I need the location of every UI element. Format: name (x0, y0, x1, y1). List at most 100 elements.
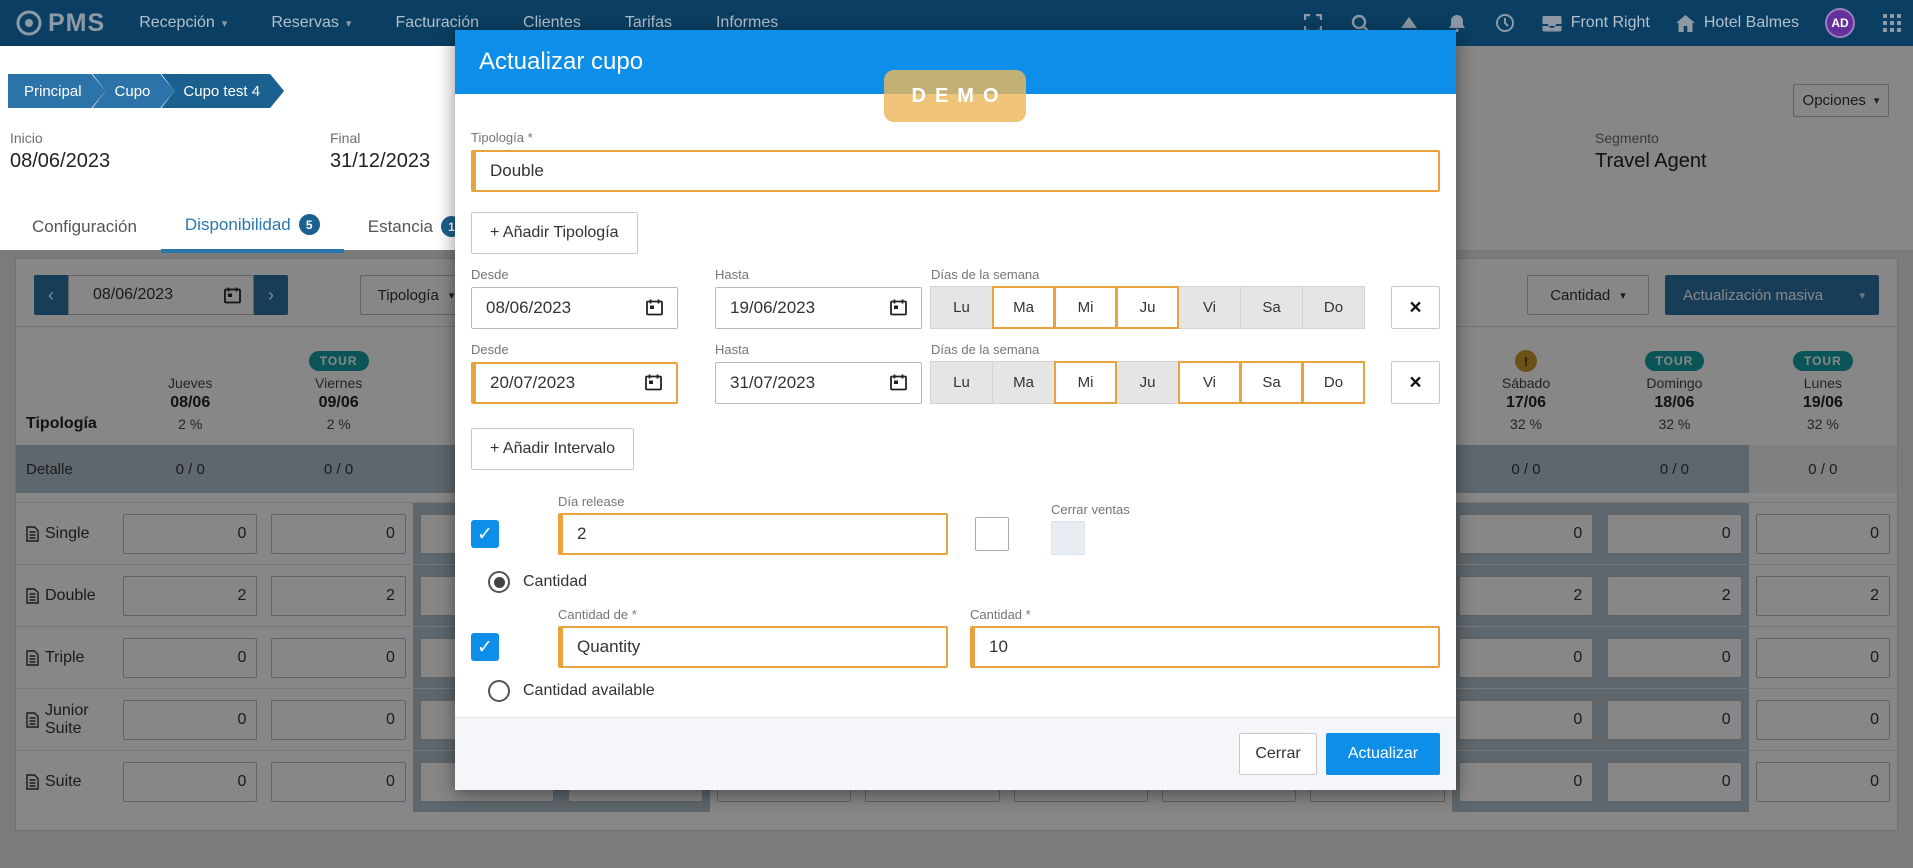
pms-logo[interactable]: PMS (16, 9, 105, 38)
tipologia-field: Tipología * Double (471, 130, 1440, 192)
cantidad-value: 10 (989, 637, 1008, 657)
tipologia-input[interactable]: Double (471, 150, 1440, 192)
modal-title: Actualizar cupo (479, 48, 643, 76)
weekday-toggle-ju[interactable]: Ju (1116, 286, 1179, 329)
desde-label: Desde (471, 342, 678, 357)
cantidad-de-input[interactable]: Quantity (558, 626, 948, 668)
history-icon[interactable] (1494, 12, 1516, 34)
user-avatar[interactable]: AD (1825, 8, 1855, 38)
nav-item-reservas[interactable]: Reservas▾ (271, 14, 351, 32)
calendar-icon (645, 374, 662, 391)
hotel-label: Hotel Balmes (1704, 14, 1799, 32)
apps-grid-icon[interactable] (1881, 12, 1903, 34)
interval-row: 08/06/2023 19/06/2023LuMaMiJuViSaDo × (471, 286, 1440, 329)
weekday-toggle-vi[interactable]: Vi (1178, 361, 1241, 404)
cantidad-available-radio[interactable] (488, 680, 510, 702)
breadcrumb-item[interactable]: Principal (8, 74, 106, 108)
weekday-toggle-vi[interactable]: Vi (1178, 286, 1241, 329)
chevron-down-icon: ▾ (222, 17, 228, 30)
cantidad-label: Cantidad * (970, 607, 1440, 622)
tab-label: Estancia (368, 217, 433, 237)
interval-labels: DesdeHastaDías de la semana (471, 342, 1440, 357)
desde-label: Desde (471, 267, 678, 282)
dia-release-row: ✓ Día release 2 Cerrar ventas (471, 494, 1440, 555)
weekday-toggle-lu[interactable]: Lu (930, 286, 993, 329)
inicio-value: 08/06/2023 (10, 150, 110, 173)
modal-footer: Cerrar Actualizar (455, 717, 1456, 790)
weekday-toggle-group: LuMaMiJuViSaDo (931, 361, 1365, 404)
weekday-toggle-group: LuMaMiJuViSaDo (931, 286, 1365, 329)
hotel-chip[interactable]: Hotel Balmes (1676, 14, 1799, 32)
cerrar-button[interactable]: Cerrar (1239, 733, 1317, 775)
cantidad-checkbox[interactable]: ✓ (471, 633, 499, 661)
cantidad-radio[interactable] (488, 571, 510, 593)
final-label: Final (330, 130, 430, 146)
cantidad-row: ✓ Cantidad de * Quantity Cantidad * 10 (471, 607, 1440, 668)
cerrar-ventas-label: Cerrar ventas (1051, 502, 1130, 517)
hasta-date-input[interactable]: 31/07/2023 (715, 362, 922, 404)
demo-watermark: DEMO (884, 70, 1026, 122)
weekday-toggle-mi[interactable]: Mi (1054, 286, 1117, 329)
weekday-toggle-do[interactable]: Do (1302, 286, 1365, 329)
weekday-toggle-sa[interactable]: Sa (1240, 361, 1303, 404)
inicio-label: Inicio (10, 130, 110, 146)
weekday-toggle-ma[interactable]: Ma (992, 361, 1055, 404)
add-tipologia-button[interactable]: + Añadir Tipología (471, 212, 638, 254)
breadcrumb: PrincipalCupoCupo test 4 (8, 74, 284, 108)
weekday-toggle-lu[interactable]: Lu (930, 361, 993, 404)
desde-date-input[interactable]: 20/07/2023 (471, 362, 678, 404)
calendar-icon (646, 299, 663, 316)
pms-logo-icon (16, 10, 42, 36)
unchecked-checkbox[interactable] (975, 517, 1009, 551)
cantidad-input[interactable]: 10 (970, 626, 1440, 668)
cantidad-field: Cantidad * 10 (970, 607, 1440, 668)
tray-icon (1542, 15, 1562, 32)
dia-release-label: Día release (558, 494, 948, 509)
tipologia-input-value: Double (490, 161, 544, 181)
weekday-toggle-ma[interactable]: Ma (992, 286, 1055, 329)
intervals: DesdeHastaDías de la semana08/06/202319/… (471, 267, 1440, 404)
final-value: 31/12/2023 (330, 150, 430, 173)
cerrar-ventas-checkbox[interactable] (1051, 521, 1085, 555)
cantidad-radio-row[interactable]: Cantidad (488, 571, 1440, 593)
tab-disponibilidad[interactable]: Disponibilidad5 (161, 206, 344, 253)
interval-labels: DesdeHastaDías de la semana (471, 267, 1440, 282)
add-intervalo-button[interactable]: + Añadir Intervalo (471, 428, 634, 470)
hasta-date-input[interactable]: 19/06/2023 (715, 287, 922, 329)
remove-interval-button[interactable]: × (1391, 361, 1440, 404)
tab-label: Disponibilidad (185, 215, 291, 235)
cantidad-radio-label: Cantidad (523, 573, 587, 591)
desde-date-value: 08/06/2023 (486, 298, 571, 318)
hasta-label: Hasta (715, 267, 922, 282)
dias-semana-label: Días de la semana (931, 342, 1440, 357)
cantidad-de-label: Cantidad de * (558, 607, 948, 622)
dia-release-checkbox[interactable]: ✓ (471, 520, 499, 548)
final-field: Final 31/12/2023 (330, 130, 430, 173)
tab-configuración[interactable]: Configuración (8, 206, 161, 253)
cantidad-available-radio-label: Cantidad available (523, 682, 655, 700)
nav-item-recepción[interactable]: Recepción ▾ (139, 14, 227, 32)
chevron-down-icon: ▾ (346, 17, 352, 30)
weekday-toggle-do[interactable]: Do (1302, 361, 1365, 404)
cantidad-de-value: Quantity (577, 637, 640, 657)
pms-logo-text: PMS (48, 9, 105, 38)
weekday-toggle-mi[interactable]: Mi (1054, 361, 1117, 404)
weekday-toggle-sa[interactable]: Sa (1240, 286, 1303, 329)
home-icon (1676, 15, 1695, 32)
cantidad-available-radio-row[interactable]: Cantidad available (488, 680, 1440, 702)
cantidad-de-field: Cantidad de * Quantity (558, 607, 948, 668)
inicio-field: Inicio 08/06/2023 (10, 130, 110, 173)
dia-release-field: Día release 2 (558, 494, 948, 555)
dia-release-input[interactable]: 2 (558, 513, 948, 555)
weekday-toggle-ju[interactable]: Ju (1116, 361, 1179, 404)
remove-interval-button[interactable]: × (1391, 286, 1440, 329)
tab-label: Configuración (32, 217, 137, 237)
desde-date-input[interactable]: 08/06/2023 (471, 287, 678, 329)
breadcrumb-item[interactable]: Cupo test 4 (161, 74, 284, 108)
workstation-chip[interactable]: Front Right (1542, 14, 1650, 32)
actualizar-button[interactable]: Actualizar (1326, 733, 1440, 775)
actualizar-cupo-modal: Actualizar cupo DEMO Tipología * Double … (455, 30, 1456, 790)
desde-date-value: 20/07/2023 (490, 373, 575, 393)
nav-item-label: Recepción (139, 14, 215, 32)
dia-release-value: 2 (577, 524, 586, 544)
